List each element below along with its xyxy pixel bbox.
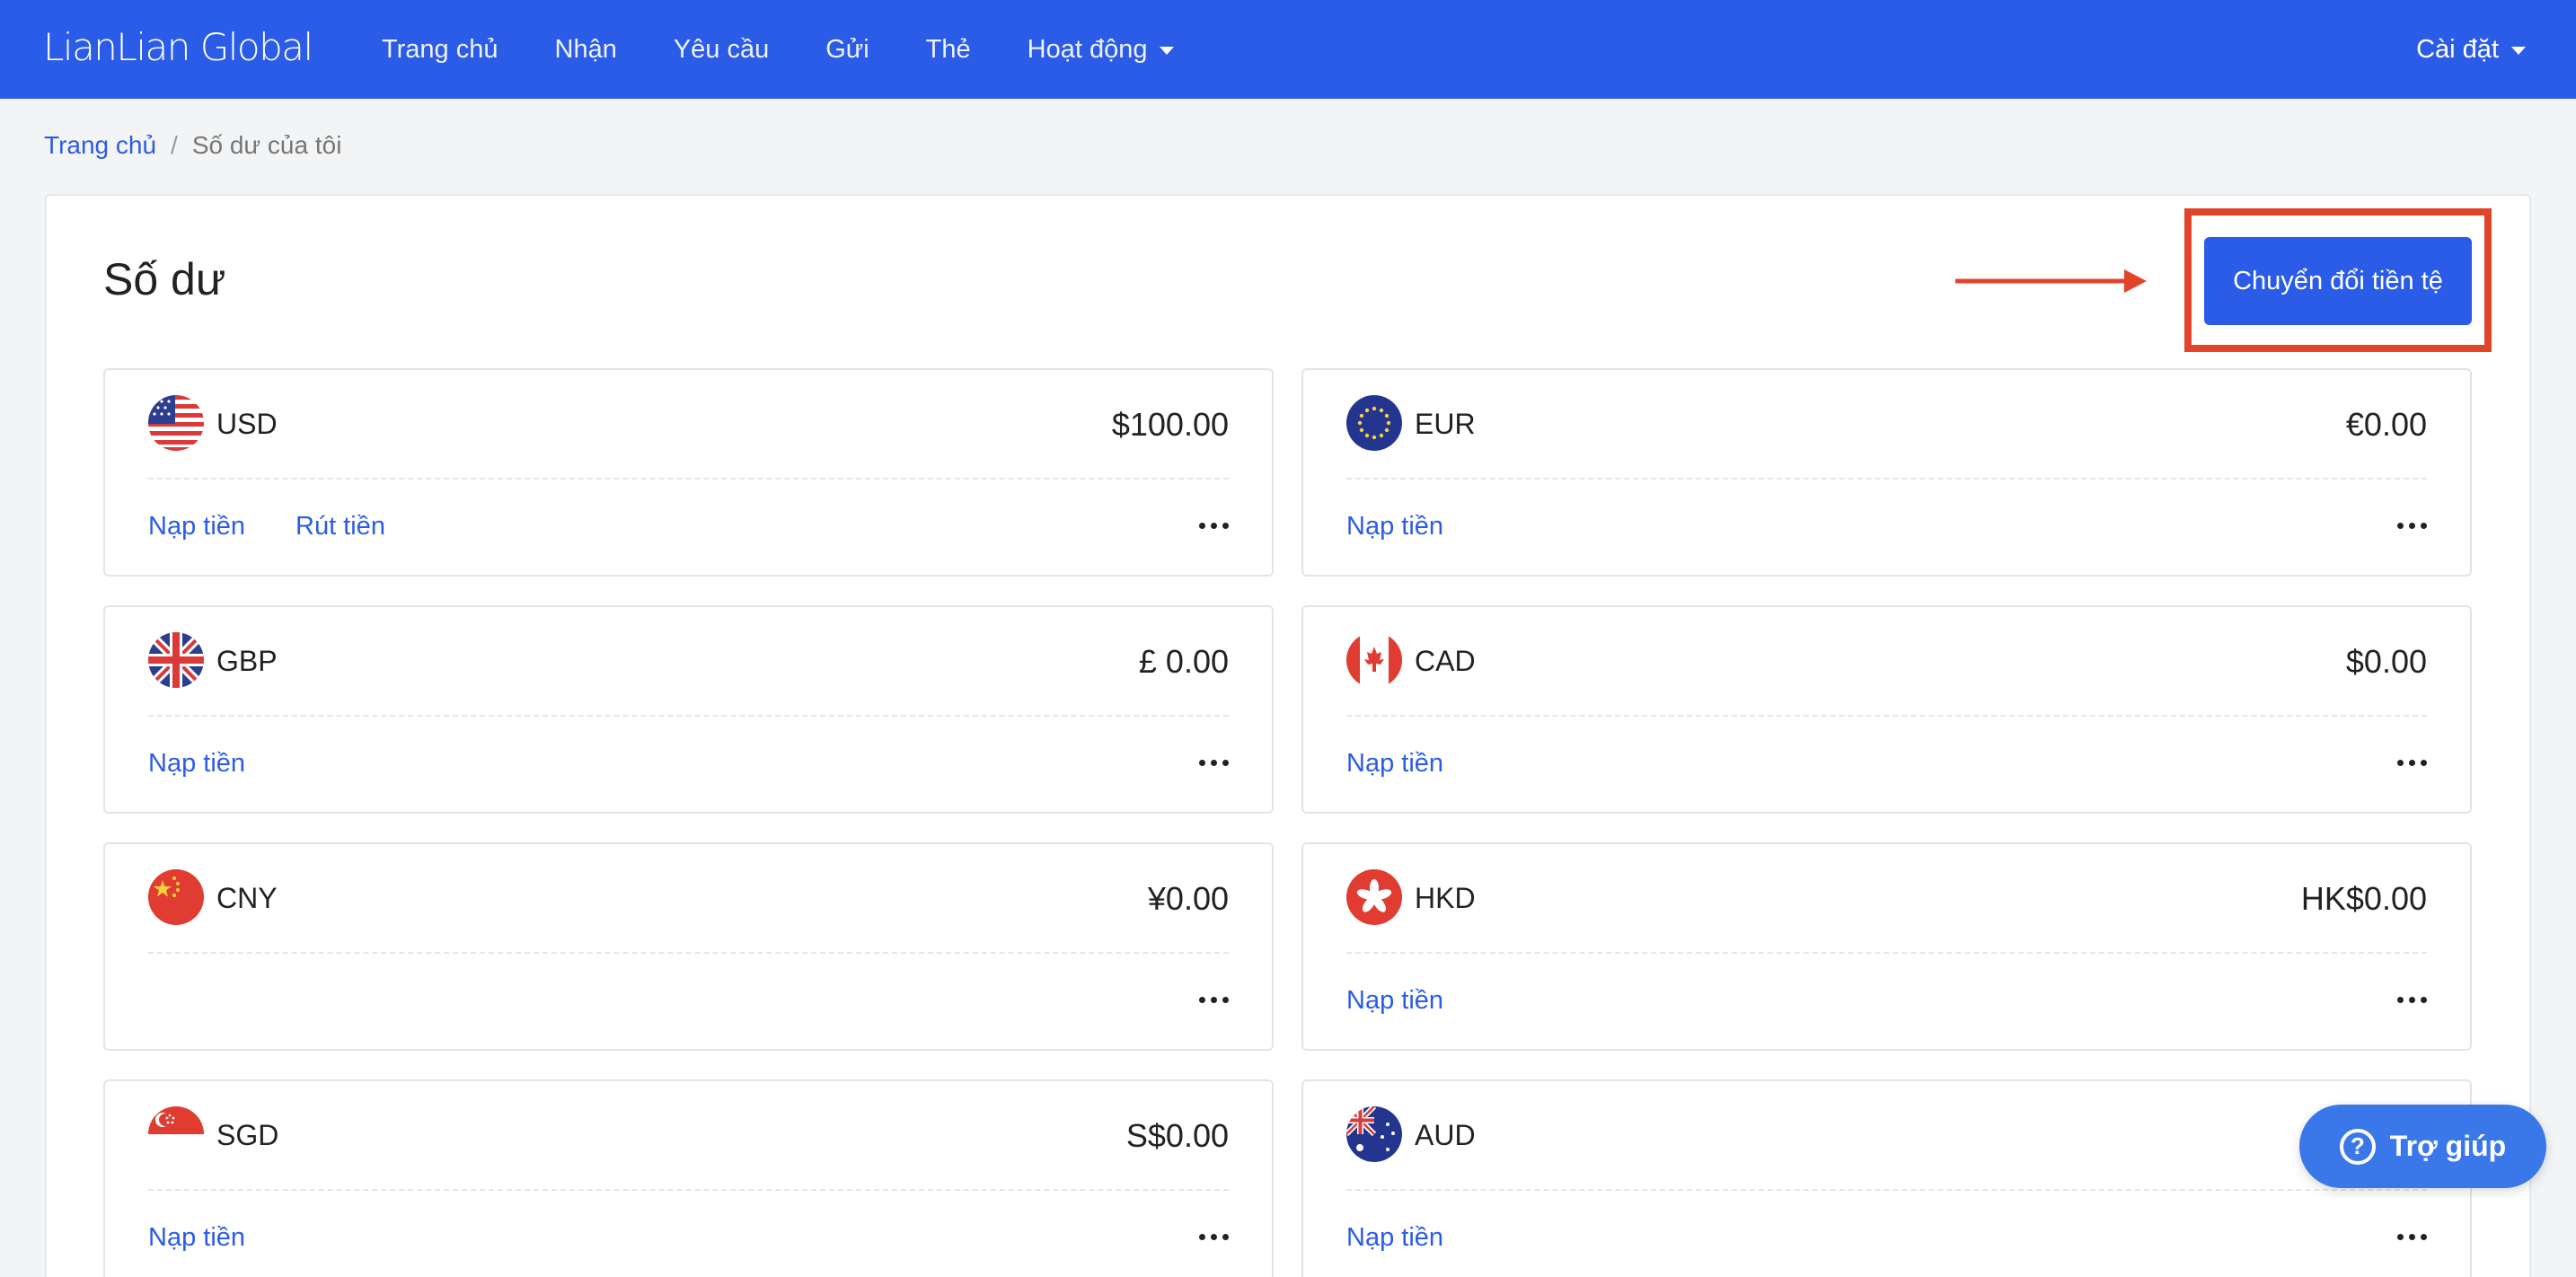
balance-card-aud: AUD Nạp tiền [1301, 1079, 2472, 1277]
china-flag-icon [148, 869, 204, 925]
chevron-down-icon [2511, 47, 2526, 55]
currency-amount: €0.00 [2345, 406, 2427, 443]
more-options-icon[interactable] [1199, 760, 1229, 766]
balance-card-eur: EUR €0.00 Nạp tiền [1301, 368, 2472, 577]
currency-code: AUD [1415, 1119, 1476, 1151]
eu-flag-icon [1346, 395, 1402, 451]
balance-card-cny: CNY ¥0.00 [103, 842, 1274, 1051]
breadcrumb-current: Số dư của tôi [191, 131, 342, 159]
top-nav: LianLian Global Trang chủ Nhận Yêu cầu G… [0, 0, 2576, 99]
nav-item-receive[interactable]: Nhận [555, 35, 617, 65]
chevron-down-icon [1160, 47, 1175, 55]
breadcrumb-home[interactable]: Trang chủ [44, 131, 156, 160]
currency-code: USD [216, 408, 278, 440]
question-icon: ? [2339, 1128, 2376, 1165]
arrow-right-icon [1955, 269, 2147, 293]
balance-card-sgd: SGD S$0.00 Nạp tiền [103, 1079, 1274, 1277]
withdraw-link[interactable]: Rút tiền [296, 512, 385, 542]
deposit-link[interactable]: Nạp tiền [148, 749, 245, 779]
divider [148, 952, 1229, 954]
page-title: Số dư [103, 254, 226, 304]
currency-amount: $0.00 [2345, 643, 2427, 680]
deposit-link[interactable]: Nạp tiền [148, 512, 245, 542]
nav-item-home[interactable]: Trang chủ [382, 35, 498, 65]
currency-amount: £ 0.00 [1138, 643, 1229, 680]
nav-item-activity-label: Hoạt động [1027, 34, 1148, 64]
uk-flag-icon [148, 632, 204, 688]
divider [148, 715, 1229, 717]
divider [148, 478, 1229, 480]
help-label: Trợ giúp [2389, 1130, 2507, 1162]
divider [1346, 952, 2427, 954]
currency-code: HKD [1415, 882, 1476, 914]
currency-code: GBP [216, 645, 278, 677]
settings-label: Cài đặt [2416, 34, 2499, 64]
main-menu: Trang chủ Nhận Yêu cầu Gửi Thẻ Hoạt động [382, 0, 1231, 99]
settings-menu[interactable]: Cài đặt [2416, 0, 2526, 99]
nav-item-send[interactable]: Gửi [825, 35, 869, 65]
convert-currency-button[interactable]: Chuyển đổi tiền tệ [2204, 237, 2472, 325]
help-button[interactable]: ? Trợ giúp [2299, 1105, 2546, 1188]
more-options-icon[interactable] [1199, 1234, 1229, 1240]
singapore-flag-icon [148, 1106, 204, 1162]
balance-card-cad: CAD $0.00 Nạp tiền [1301, 605, 2472, 814]
divider [148, 1189, 1229, 1191]
canada-flag-icon [1346, 632, 1402, 688]
us-flag-icon [148, 395, 204, 451]
more-options-icon[interactable] [2397, 523, 2427, 529]
deposit-link[interactable]: Nạp tiền [1346, 1223, 1443, 1253]
more-options-icon[interactable] [2397, 997, 2427, 1003]
hong-kong-flag-icon [1346, 869, 1402, 925]
more-options-icon[interactable] [2397, 760, 2427, 766]
currency-code: EUR [1415, 408, 1476, 440]
divider [1346, 478, 2427, 480]
breadcrumb: Trang chủ / Số dư của tôi [44, 131, 341, 160]
nav-item-request[interactable]: Yêu cầu [674, 35, 769, 65]
logo[interactable]: LianLian Global [43, 25, 313, 69]
divider [1346, 715, 2427, 717]
more-options-icon[interactable] [1199, 523, 1229, 529]
balance-card-gbp: GBP £ 0.00 Nạp tiền [103, 605, 1274, 814]
nav-item-card[interactable]: Thẻ [926, 35, 971, 65]
nav-item-activity[interactable]: Hoạt động [1028, 35, 1175, 65]
currency-amount: $100.00 [1111, 406, 1229, 443]
currency-amount: HK$0.00 [2300, 880, 2427, 917]
deposit-link[interactable]: Nạp tiền [148, 1223, 245, 1253]
deposit-link[interactable]: Nạp tiền [1346, 512, 1443, 542]
more-options-icon[interactable] [2397, 1234, 2427, 1240]
balance-card-usd: USD $100.00 Nạp tiền Rút tiền [103, 368, 1274, 577]
currency-amount: ¥0.00 [1147, 880, 1229, 917]
divider [1346, 1189, 2427, 1191]
balance-card-hkd: HKD HK$0.00 Nạp tiền [1301, 842, 2472, 1051]
deposit-link[interactable]: Nạp tiền [1346, 749, 1443, 779]
more-options-icon[interactable] [1199, 997, 1229, 1003]
deposit-link[interactable]: Nạp tiền [1346, 986, 1443, 1016]
currency-code: CNY [216, 882, 278, 914]
breadcrumb-separator: / [171, 131, 178, 159]
currency-code: CAD [1415, 645, 1476, 677]
australia-flag-icon [1346, 1106, 1402, 1162]
currency-code: SGD [216, 1119, 279, 1151]
currency-amount: S$0.00 [1125, 1117, 1229, 1154]
